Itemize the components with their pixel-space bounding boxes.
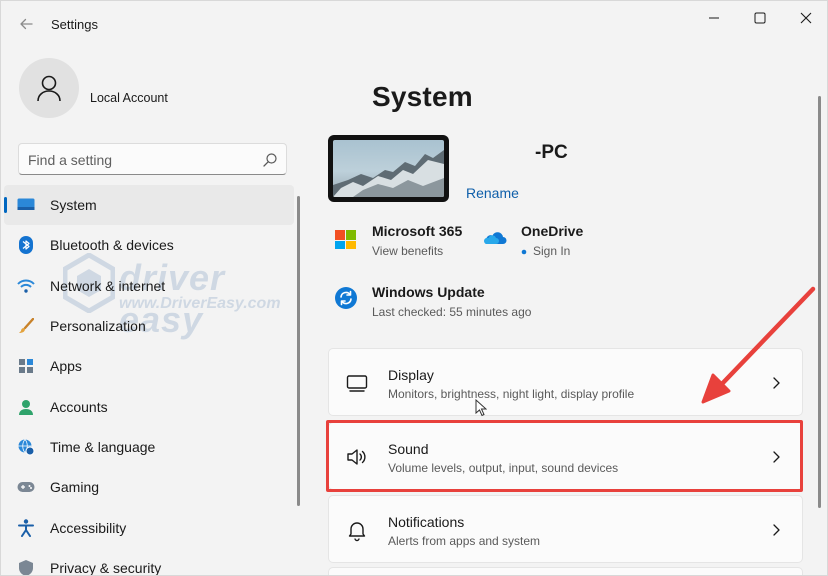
pc-name: -PC <box>535 142 568 163</box>
globe-clock-icon <box>16 437 36 457</box>
rename-link[interactable]: Rename <box>466 185 519 201</box>
tile-subtitle: View benefits <box>372 244 444 258</box>
person-icon <box>16 397 36 417</box>
sidebar-item-label: System <box>50 197 97 214</box>
minimize-button[interactable] <box>691 1 737 35</box>
sync-icon <box>335 287 357 309</box>
tile-title: OneDrive <box>521 223 584 239</box>
windows-update-tile[interactable]: Windows Update Last checked: 55 minutes … <box>334 284 554 324</box>
display-card[interactable]: Display Monitors, brightness, night ligh… <box>328 348 803 416</box>
onedrive-tile[interactable]: OneDrive Sign In <box>483 223 603 263</box>
sidebar-item-gaming[interactable]: Gaming <box>4 467 294 507</box>
display-icon <box>346 375 368 392</box>
page-title: System <box>372 81 473 112</box>
maximize-icon <box>754 12 766 24</box>
gamepad-icon <box>16 477 36 497</box>
close-icon <box>800 12 812 24</box>
maximize-button[interactable] <box>737 1 783 35</box>
sidebar-item-privacy-security[interactable]: Privacy & security <box>4 548 294 576</box>
sidebar-item-label: Personalization <box>50 318 146 335</box>
sidebar-item-network[interactable]: Network & internet <box>4 266 294 306</box>
close-button[interactable] <box>783 1 827 35</box>
status-dot-icon <box>521 249 527 255</box>
account-profile[interactable]: Local Account <box>19 58 279 120</box>
sidebar-item-accessibility[interactable]: Accessibility <box>4 507 294 547</box>
sidebar-item-personalization[interactable]: Personalization <box>4 306 294 346</box>
bluetooth-icon <box>16 235 36 255</box>
sidebar-item-label: Network & internet <box>50 277 166 294</box>
card-title: Display <box>388 367 434 383</box>
sidebar-item-label: Privacy & security <box>50 559 162 576</box>
wallpaper-image <box>333 140 444 197</box>
card-subtitle: Monitors, brightness, night light, displ… <box>388 387 635 401</box>
sidebar-item-label: Time & language <box>50 438 156 455</box>
search-box[interactable] <box>18 143 287 175</box>
sidebar-item-label: Gaming <box>50 479 100 496</box>
shield-icon <box>16 558 36 575</box>
minimize-icon <box>709 17 719 19</box>
brush-icon <box>16 316 36 336</box>
tile-title: Windows Update <box>372 284 485 300</box>
sidebar-item-apps[interactable]: Apps <box>4 346 294 386</box>
title-bar: Settings <box>1 1 827 47</box>
avatar <box>19 58 79 118</box>
bell-icon <box>348 522 366 542</box>
account-name: Local Account <box>90 91 168 105</box>
next-card-partial <box>328 567 803 575</box>
window-title: Settings <box>51 17 98 32</box>
sidebar-item-bluetooth[interactable]: Bluetooth & devices <box>4 225 294 265</box>
monitor-icon <box>16 195 36 215</box>
card-subtitle: Alerts from apps and system <box>388 534 541 548</box>
arrow-left-icon <box>20 18 33 30</box>
mouse-cursor-icon <box>475 399 487 417</box>
notifications-card[interactable]: Notifications Alerts from apps and syste… <box>328 495 803 563</box>
sidebar-item-label: Accounts <box>50 398 108 415</box>
sidebar-item-accounts[interactable]: Accounts <box>4 386 294 426</box>
sidebar-item-system[interactable]: System <box>4 185 294 226</box>
search-input[interactable] <box>28 150 253 170</box>
sidebar-item-label: Accessibility <box>50 519 127 536</box>
card-title: Notifications <box>388 514 465 530</box>
tile-subtitle: Last checked: 55 minutes ago <box>372 305 532 319</box>
microsoft-365-tile[interactable]: Microsoft 365 View benefits <box>334 223 474 263</box>
person-icon <box>37 75 61 102</box>
onedrive-cloud-icon <box>484 232 507 244</box>
wifi-icon <box>16 276 36 296</box>
tile-title: Microsoft 365 <box>372 223 463 239</box>
highlight-box <box>326 420 803 492</box>
sidebar-scrollbar[interactable] <box>297 196 300 506</box>
tile-subtitle: Sign In <box>533 244 571 258</box>
main-scrollbar[interactable] <box>818 96 821 508</box>
accessibility-icon <box>16 518 36 538</box>
back-button[interactable] <box>11 9 41 39</box>
search-icon[interactable] <box>262 152 278 168</box>
apps-icon <box>16 356 36 376</box>
chevron-right-icon <box>773 377 780 389</box>
settings-window: Settings Local Account Find a setting dr… <box>0 0 828 576</box>
chevron-right-icon <box>773 524 780 536</box>
microsoft-logo-icon <box>335 230 356 249</box>
sidebar-item-label: Bluetooth & devices <box>50 237 174 254</box>
sidebar-nav: System Bluetooth & devices Network & int… <box>4 185 294 576</box>
desktop-thumbnail <box>328 135 449 202</box>
sidebar-item-time-language[interactable]: Time & language <box>4 427 294 467</box>
sidebar-item-label: Apps <box>50 358 82 375</box>
